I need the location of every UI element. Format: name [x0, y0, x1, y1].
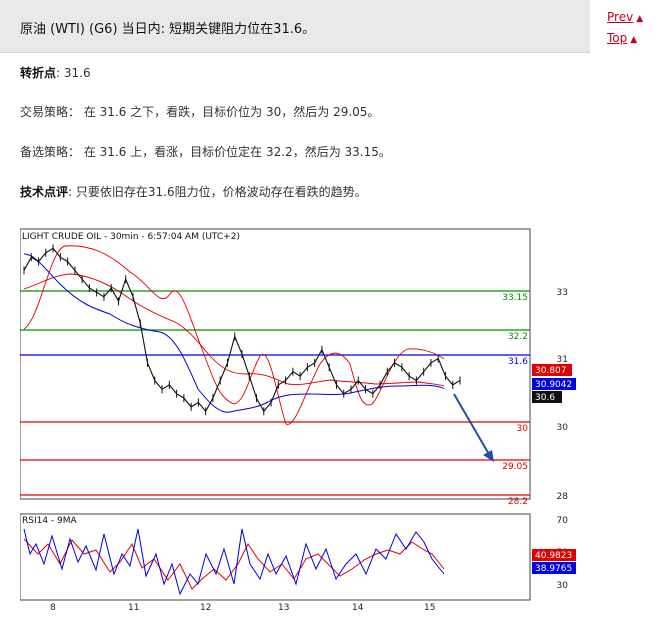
price-axis-label-31: 31: [557, 355, 568, 365]
strategy-text: ： 在 31.6 之下，看跌，目标价位为 30，然后为 29.05。: [68, 105, 380, 119]
alt-strategy-label: 备选策略: [20, 145, 69, 159]
pivot-value: : 31.6: [56, 66, 91, 80]
tech-comment-line: 技术点评: 只要依旧存在31.6阻力位，价格波动存在看跌的趋势。: [20, 183, 367, 200]
price-chart: LIGHT CRUDE OIL - 30min - 6:57:04 AM (UT…: [19, 224, 580, 614]
price-axis-label-30: 30: [557, 423, 569, 433]
level-label-2905: 29.05: [502, 462, 528, 472]
chart-svg: LIGHT CRUDE OIL - 30min - 6:57:04 AM (UT…: [19, 228, 576, 613]
price-tag-red-label: 30.807: [535, 366, 567, 376]
level-label-322: 32.2: [508, 332, 528, 342]
tech-comment-text: : 只要依旧存在31.6阻力位，价格波动存在看跌的趋势。: [68, 185, 367, 199]
bollinger-band-line: [23, 245, 445, 425]
pivot-label: 转折点: [20, 66, 57, 80]
alt-strategy-line: 备选策略： 在 31.6 上，看涨，目标价位定在 32.2，然后为 33.15。: [20, 143, 391, 160]
rsi-axis-label-30: 30: [557, 581, 569, 591]
date-label-15: 15: [424, 603, 435, 613]
price-tag-blue-label: 30.9042: [535, 380, 572, 390]
top-label: Top: [607, 31, 628, 45]
level-label-3315: 33.15: [502, 293, 528, 303]
strategy-line: 交易策略： 在 31.6 之下，看跌，目标价位为 30，然后为 29.05。: [20, 103, 379, 120]
date-label-11: 11: [128, 603, 139, 613]
rsi-axis-label-70: 70: [557, 516, 569, 526]
price-axis-label-33: 33: [557, 288, 568, 298]
headline-bar: 原油 (WTI) (G6) 当日内: 短期关键阻力位在31.6。: [0, 0, 590, 53]
triangle-up-icon: ▲: [630, 35, 638, 45]
price-tag-black-label: 30.6: [535, 393, 555, 403]
pivot-line: 转折点: 31.6: [20, 64, 91, 81]
rsi-line: [23, 528, 445, 596]
level-label-282: 28.2: [508, 497, 528, 507]
headline: 原油 (WTI) (G6) 当日内: 短期关键阻力位在31.6。: [20, 22, 316, 37]
rsi-title: RSI14 - 9MA: [22, 516, 78, 526]
date-label-8: 8: [50, 603, 56, 613]
prev-label: Prev: [607, 10, 634, 24]
level-label-316: 31.6: [508, 357, 528, 367]
projection-arrow-shaft: [453, 393, 491, 457]
top-link[interactable]: Top ▲: [607, 31, 637, 45]
level-label-30: 30: [517, 424, 529, 434]
rsi-tag-blue-label: 38.9765: [535, 564, 572, 574]
date-label-13: 13: [278, 603, 289, 613]
date-label-14: 14: [352, 603, 364, 613]
date-label-12: 12: [200, 603, 211, 613]
rsi-panel-frame: [19, 513, 531, 601]
rsi-tag-red-label: 40.9823: [535, 551, 572, 561]
price-panel-frame: [19, 228, 531, 500]
prev-link[interactable]: Prev ▲: [607, 10, 643, 24]
strategy-label: 交易策略: [20, 105, 69, 119]
tech-comment-label: 技术点评: [20, 185, 69, 199]
triangle-up-icon: ▲: [636, 14, 644, 24]
alt-strategy-text: ： 在 31.6 上，看涨，目标价位定在 32.2，然后为 33.15。: [68, 145, 391, 159]
chart-title: LIGHT CRUDE OIL - 30min - 6:57:04 AM (UT…: [22, 232, 240, 242]
price-axis-label-28: 28: [557, 492, 569, 502]
